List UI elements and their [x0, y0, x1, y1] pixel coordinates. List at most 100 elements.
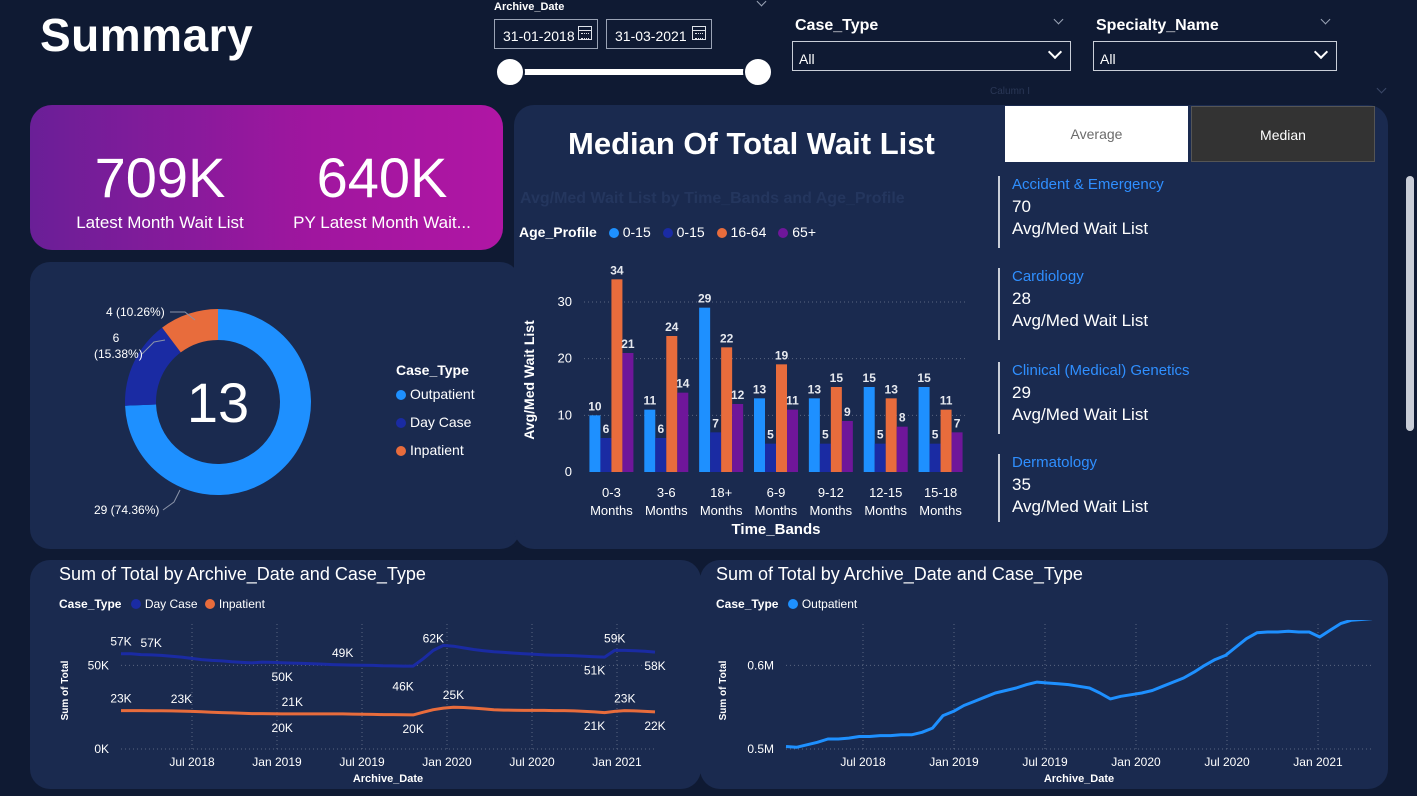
bar-data-label: 11: [786, 394, 799, 408]
legend-item-day-case[interactable]: Day Case: [396, 414, 475, 442]
bar[interactable]: [677, 392, 689, 472]
legend-label: 65+: [792, 224, 816, 240]
bar[interactable]: [589, 415, 601, 472]
y-tick-label: 20: [558, 351, 572, 366]
specialty-header-chevron-icon[interactable]: [1320, 14, 1331, 25]
bar[interactable]: [896, 426, 908, 472]
point-data-label: 51K: [584, 664, 605, 678]
donut-label-outpatient: 29 (74.36%): [94, 503, 159, 517]
legend-item-outpatient[interactable]: Outpatient: [787, 597, 858, 611]
bar[interactable]: [765, 443, 776, 472]
x-axis-title: Time_Bands: [732, 521, 821, 538]
specialty-item[interactable]: Accident & Emergency 70 Avg/Med Wait Lis…: [998, 176, 1398, 248]
legend-item-0-15-a[interactable]: 0-15: [608, 224, 651, 240]
legend-dot-icon: [662, 228, 673, 238]
legend-item-65-plus[interactable]: 65+: [778, 224, 816, 240]
case-type-dropdown[interactable]: All: [792, 41, 1071, 71]
specialty-list-scrollbar[interactable]: [1406, 176, 1414, 431]
median-toggle-button[interactable]: Median: [1191, 106, 1375, 162]
bar[interactable]: [885, 398, 897, 472]
point-data-label: 58K: [644, 659, 665, 673]
bar-data-label: 14: [676, 377, 690, 391]
bar[interactable]: [721, 347, 733, 472]
x-tick-label: Months: [590, 503, 633, 518]
legend-item-0-15-b[interactable]: 0-15: [662, 224, 705, 240]
bar[interactable]: [918, 387, 930, 472]
point-data-label: 22K: [644, 719, 665, 733]
specialty-item[interactable]: Dermatology 35 Avg/Med Wait List: [998, 454, 1398, 522]
bar-data-label: 24: [665, 320, 679, 334]
bar[interactable]: [808, 398, 820, 472]
average-toggle-button[interactable]: Average: [1005, 106, 1188, 162]
calendar-icon[interactable]: [578, 26, 592, 40]
bar[interactable]: [819, 443, 831, 472]
legend-item-16-64[interactable]: 16-64: [716, 224, 766, 240]
bar[interactable]: [710, 432, 722, 472]
legend-item-day-case[interactable]: Day Case: [130, 597, 198, 611]
bar-data-label: 29: [698, 292, 712, 306]
start-date-input[interactable]: 31-01-2018: [494, 19, 598, 49]
specialty-slicer-label: Specialty_Name: [1096, 17, 1219, 34]
legend-dot-icon: [130, 599, 141, 609]
legend-label: Inpatient: [218, 597, 265, 611]
bar[interactable]: [666, 336, 678, 472]
date-range-slider-track[interactable]: [510, 69, 758, 75]
bar[interactable]: [754, 398, 765, 472]
bar[interactable]: [863, 387, 875, 472]
bar[interactable]: [951, 432, 963, 472]
bar-data-label: 22: [720, 331, 734, 345]
median-heading: Median Of Total Wait List: [568, 126, 935, 161]
point-data-label: 57K: [110, 635, 131, 649]
bar[interactable]: [787, 409, 798, 472]
bar-data-label: 6: [657, 422, 664, 436]
legend-label: Inpatient: [410, 442, 464, 458]
bar[interactable]: [830, 387, 842, 472]
x-tick-label: Months: [864, 503, 907, 518]
specialty-metric-label: Avg/Med Wait List: [1012, 219, 1149, 238]
bar[interactable]: [841, 421, 853, 472]
series-line[interactable]: [121, 643, 656, 668]
x-tick-label: Jan 2021: [1293, 755, 1343, 769]
bar[interactable]: [776, 364, 787, 472]
bar[interactable]: [874, 443, 886, 472]
point-data-label: 49K: [332, 646, 353, 660]
py-latest-month-wait-list-label: PY Latest Month Wait...: [293, 213, 471, 232]
bar[interactable]: [611, 279, 623, 472]
hidden-slicer-chevron-icon[interactable]: [1376, 83, 1387, 94]
kpi-card: 709K Latest Month Wait List 640K PY Late…: [30, 105, 503, 250]
legend-item-inpatient[interactable]: Inpatient: [204, 597, 265, 611]
specialty-item[interactable]: Clinical (Medical) Genetics 29 Avg/Med W…: [998, 362, 1398, 434]
bar[interactable]: [644, 409, 656, 472]
wait-list-bar-chart: 010203010634210-3Months11624143-6Months2…: [521, 263, 968, 538]
archive-date-chevron-icon[interactable]: [756, 0, 767, 7]
legend-label: 0-15: [622, 224, 651, 240]
bar-data-label: 7: [954, 416, 961, 430]
x-tick-label: Jan 2019: [929, 755, 979, 769]
series-line[interactable]: [121, 705, 656, 717]
bar[interactable]: [699, 307, 711, 472]
legend-dot-icon: [396, 418, 406, 428]
date-slider-end-handle[interactable]: [743, 57, 773, 87]
bar[interactable]: [732, 404, 744, 472]
donut-label-day-case: 6: [113, 331, 120, 345]
bar[interactable]: [600, 438, 612, 472]
specialty-item[interactable]: Cardiology 28 Avg/Med Wait List: [998, 268, 1398, 340]
series-line[interactable]: [785, 620, 1373, 749]
bar[interactable]: [655, 438, 667, 472]
case-type-header-chevron-icon[interactable]: [1053, 14, 1064, 25]
calendar-icon[interactable]: [692, 26, 706, 40]
legend-item-inpatient[interactable]: Inpatient: [396, 442, 475, 470]
bar[interactable]: [929, 443, 941, 472]
bar[interactable]: [622, 353, 634, 472]
page-title: Summary: [40, 9, 254, 61]
legend-item-outpatient[interactable]: Outpatient: [396, 386, 475, 414]
y-tick-label: 0.5M: [747, 742, 774, 756]
bar[interactable]: [940, 409, 952, 472]
x-tick-label: 6-9: [767, 485, 786, 500]
date-slider-start-handle[interactable]: [495, 57, 525, 87]
x-tick-label: Months: [700, 503, 743, 518]
legend-label: Outpatient: [801, 597, 858, 611]
end-date-input[interactable]: 31-03-2021: [606, 19, 712, 49]
specialty-selected: All: [1100, 51, 1116, 67]
specialty-dropdown[interactable]: All: [1093, 41, 1337, 71]
